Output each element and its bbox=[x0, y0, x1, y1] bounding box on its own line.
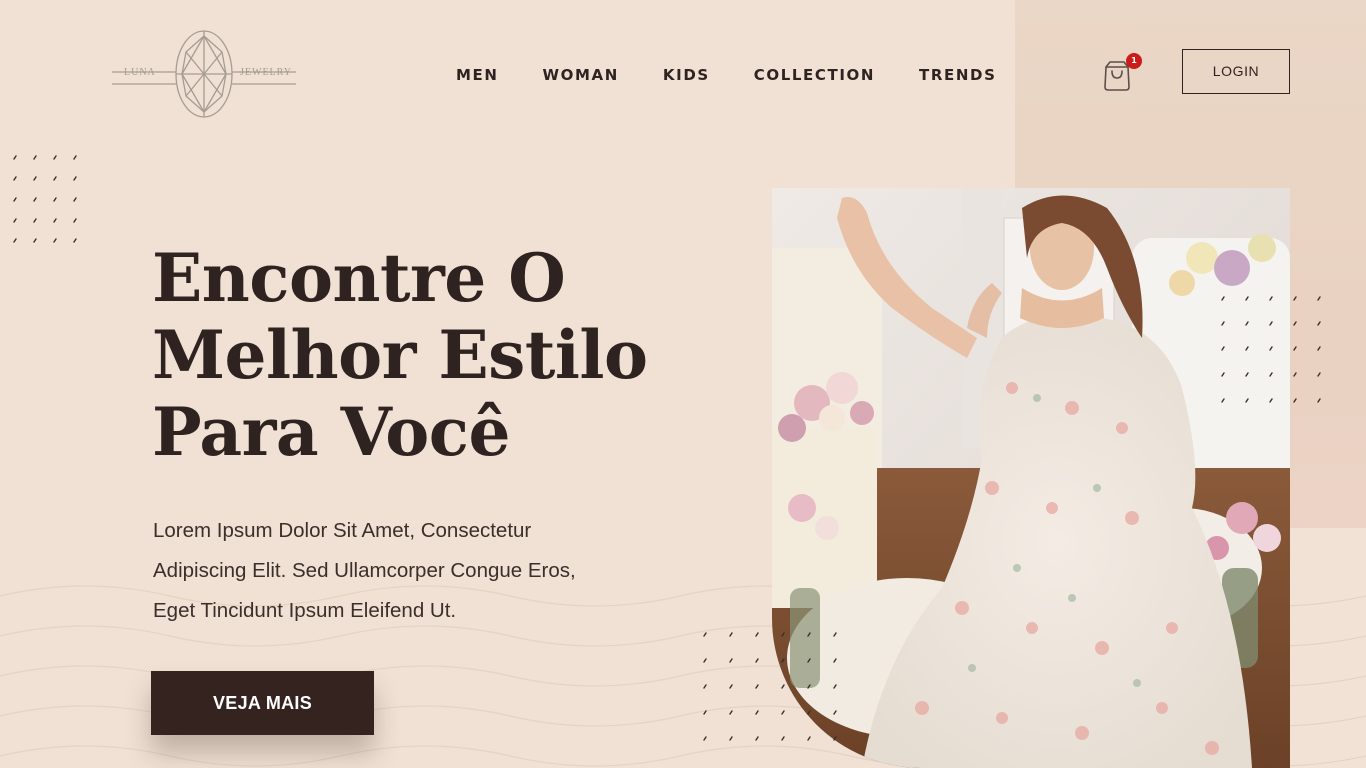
hero-title-line: Para Você bbox=[152, 393, 510, 471]
site-header: LUNA JEWELRY MEN WOMAN KIDS COLLECTION T… bbox=[0, 0, 1366, 150]
dots-pattern-bottom bbox=[703, 632, 837, 741]
brand-logo[interactable]: LUNA JEWELRY bbox=[110, 28, 298, 120]
see-more-button[interactable]: VEJA MAIS bbox=[151, 671, 374, 735]
main-nav: MEN WOMAN KIDS COLLECTION TRENDS bbox=[456, 64, 996, 88]
nav-item-kids[interactable]: KIDS bbox=[663, 64, 710, 88]
nav-item-woman[interactable]: WOMAN bbox=[543, 64, 619, 88]
login-button[interactable]: LOGIN bbox=[1182, 49, 1290, 94]
nav-item-men[interactable]: MEN bbox=[456, 64, 499, 88]
hero-description-line: Lorem Ipsum Dolor Sit Amet, Consectetur bbox=[153, 519, 532, 542]
hero-title: Encontre O Melhor Estilo Para Você bbox=[152, 240, 712, 471]
hero-title-line: Melhor Estilo bbox=[152, 316, 648, 394]
cart-button[interactable]: 1 bbox=[1102, 52, 1146, 92]
dots-pattern-top-left bbox=[13, 155, 77, 243]
logo-text-left: LUNA bbox=[124, 67, 156, 78]
hero-description-line: Eget Tincidunt Ipsum Eleifend Ut. bbox=[153, 599, 457, 622]
hero-description: Lorem Ipsum Dolor Sit Amet, Consectetur … bbox=[153, 511, 623, 631]
hero-description-line: Adipiscing Elit. Sed Ullamcorper Congue … bbox=[153, 559, 576, 582]
nav-item-trends[interactable]: TRENDS bbox=[919, 64, 996, 88]
logo-text-right: JEWELRY bbox=[240, 67, 292, 78]
hero-title-line: Encontre O bbox=[152, 239, 566, 317]
cart-count-badge: 1 bbox=[1126, 53, 1142, 69]
nav-item-collection[interactable]: COLLECTION bbox=[754, 64, 875, 88]
dots-pattern-right bbox=[1221, 296, 1321, 403]
